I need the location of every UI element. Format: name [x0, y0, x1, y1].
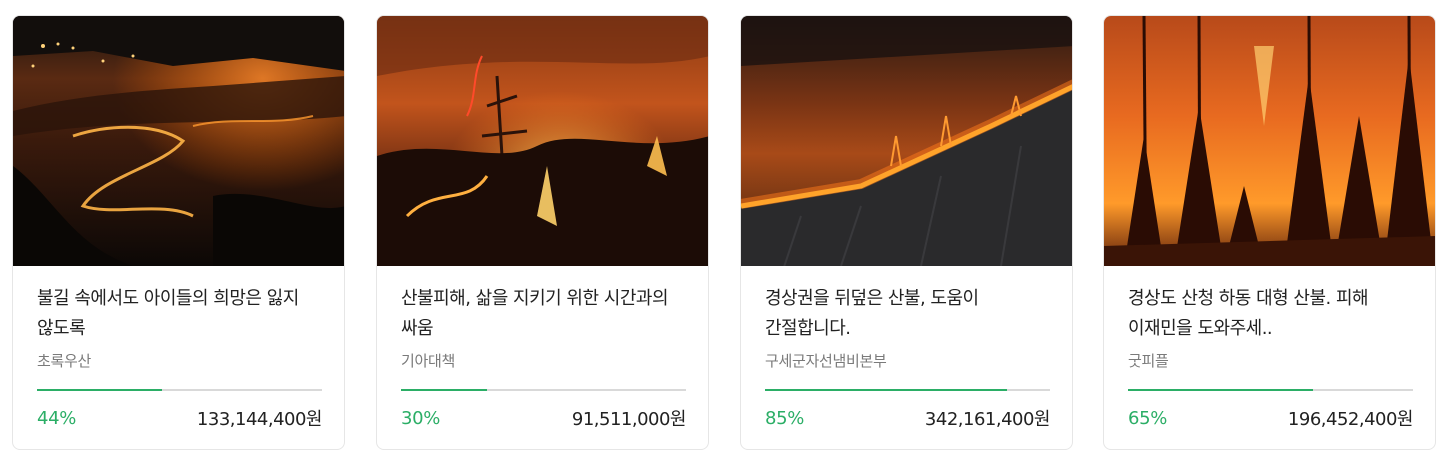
campaign-card[interactable]: 경상권을 뒤덮은 산불, 도움이 간절합니다. 구세군자선냄비본부 85% 34… [740, 15, 1073, 450]
campaign-organization: 초록우산 [37, 352, 92, 370]
progress-percent: 65% [1128, 407, 1168, 429]
burning-forest-smoke-photo [377, 16, 708, 266]
campaign-info: 경상권을 뒤덮은 산불, 도움이 간절합니다. 구세군자선냄비본부 85% 34… [765, 284, 1051, 431]
raised-amount: 91,511,000원 [571, 409, 687, 430]
progress-fill [37, 389, 163, 391]
progress-percent: 44% [37, 407, 77, 429]
campaign-info: 경상도 산청 하동 대형 산불. 피해 이재민을 도와주세.. 굿피플 65% … [1128, 284, 1414, 431]
campaign-organization: 기아대책 [401, 352, 456, 370]
progress-bar [37, 389, 322, 391]
campaign-card[interactable]: 경상도 산청 하동 대형 산불. 피해 이재민을 도와주세.. 굿피플 65% … [1103, 15, 1436, 450]
campaign-info: 불길 속에서도 아이들의 희망은 잃지 않도록 초록우산 44% 133,144… [37, 284, 323, 431]
campaign-stats: 65% 196,452,400원 [1128, 405, 1414, 431]
night-wildfire-hillside-photo [13, 16, 344, 266]
progress-bar [401, 389, 686, 391]
campaign-title[interactable]: 경상권을 뒤덮은 산불, 도움이 간절합니다. [765, 284, 1050, 344]
raised-amount: 133,144,400원 [196, 409, 323, 430]
campaign-image[interactable] [1104, 16, 1435, 266]
campaign-card[interactable]: 산불피해, 삶을 지키기 위한 시간과의 싸움 기아대책 30% 91,511,… [376, 15, 709, 450]
campaign-title[interactable]: 불길 속에서도 아이들의 희망은 잃지 않도록 [37, 284, 322, 344]
progress-fill [765, 389, 1008, 391]
raised-amount: 342,161,400원 [924, 409, 1051, 430]
campaign-stats: 85% 342,161,400원 [765, 405, 1051, 431]
fire-line-on-slope-photo [741, 16, 1072, 266]
campaign-image[interactable] [741, 16, 1072, 266]
progress-bar [1128, 389, 1413, 391]
progress-percent: 85% [765, 407, 805, 429]
raised-amount: 196,452,400원 [1287, 409, 1414, 430]
blazing-pine-forest-photo [1104, 16, 1435, 266]
campaign-info: 산불피해, 삶을 지키기 위한 시간과의 싸움 기아대책 30% 91,511,… [401, 284, 687, 431]
progress-percent: 30% [401, 407, 441, 429]
campaign-organization: 구세군자선냄비본부 [765, 352, 887, 370]
campaign-image[interactable] [13, 16, 344, 266]
campaign-stats: 30% 91,511,000원 [401, 405, 687, 431]
progress-bar [765, 389, 1050, 391]
progress-fill [401, 389, 487, 391]
campaign-title[interactable]: 경상도 산청 하동 대형 산불. 피해 이재민을 도와주세.. [1128, 284, 1413, 344]
campaign-card[interactable]: 불길 속에서도 아이들의 희망은 잃지 않도록 초록우산 44% 133,144… [12, 15, 345, 450]
campaign-title[interactable]: 산불피해, 삶을 지키기 위한 시간과의 싸움 [401, 284, 686, 344]
campaign-image[interactable] [377, 16, 708, 266]
campaign-stats: 44% 133,144,400원 [37, 405, 323, 431]
campaign-card-grid: 불길 속에서도 아이들의 희망은 잃지 않도록 초록우산 44% 133,144… [0, 0, 1448, 457]
progress-fill [1128, 389, 1314, 391]
campaign-organization: 굿피플 [1128, 352, 1169, 370]
